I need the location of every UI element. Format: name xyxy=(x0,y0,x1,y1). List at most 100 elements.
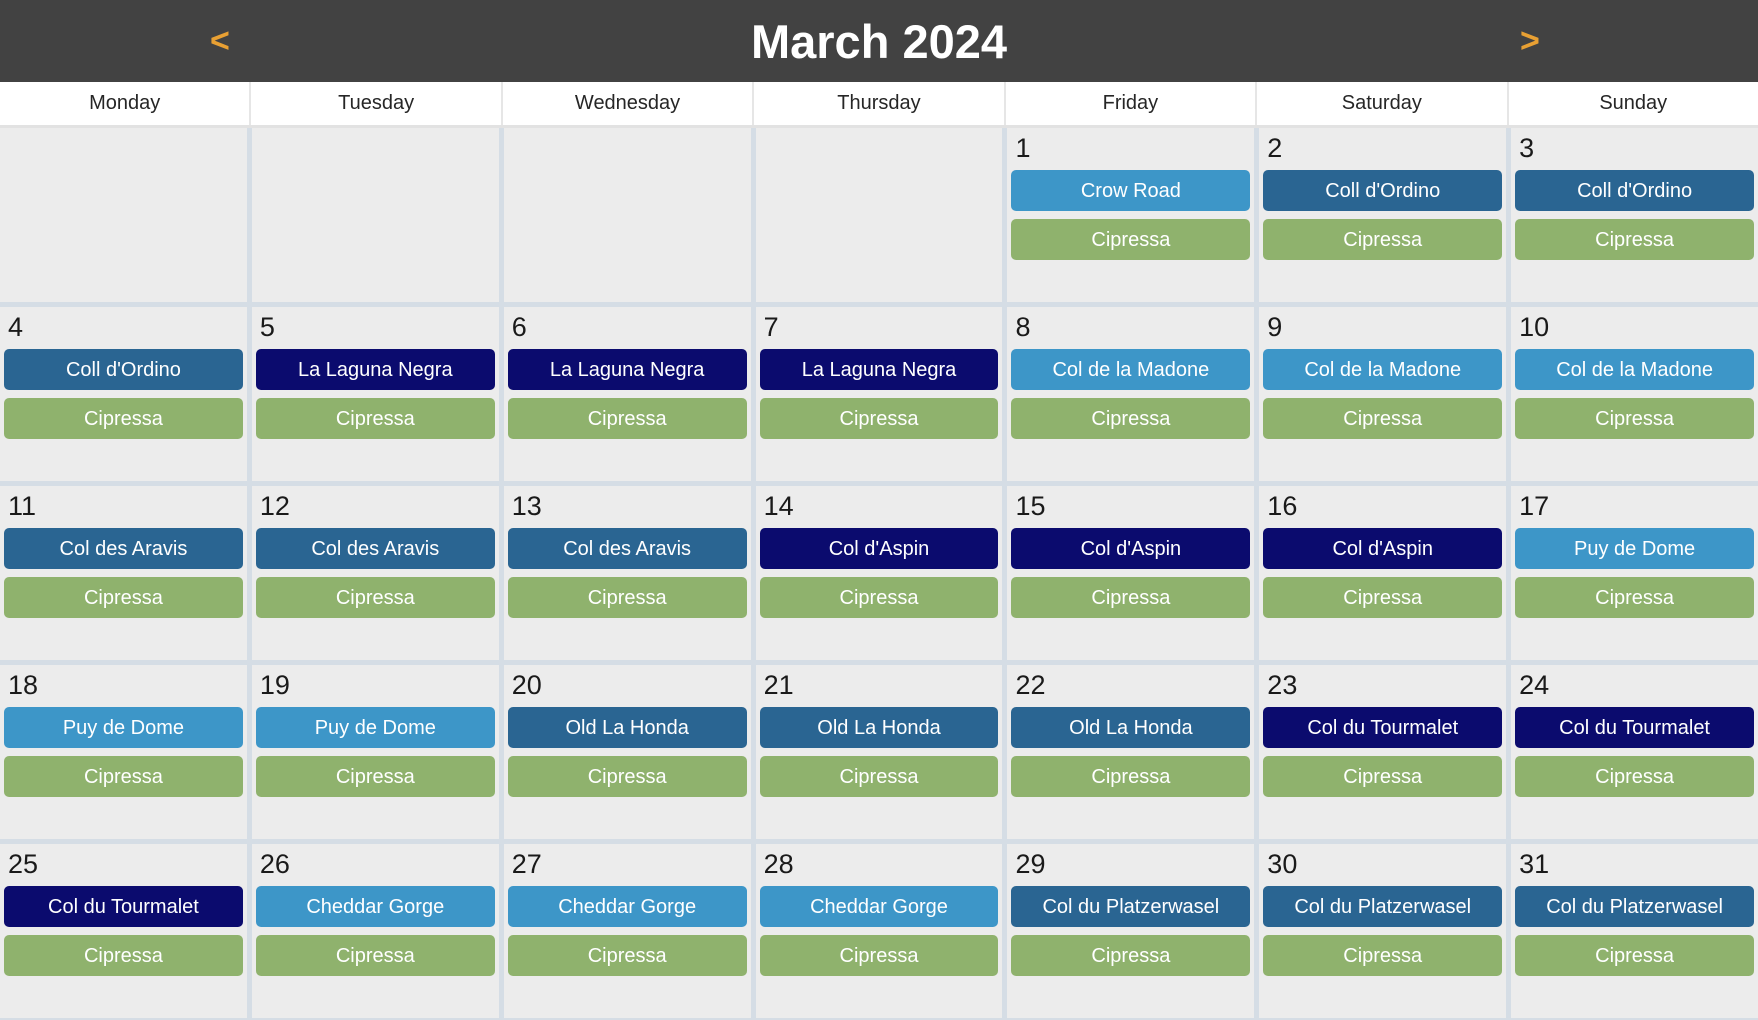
event-chip[interactable]: Col de la Madone xyxy=(1515,349,1755,390)
event-chip[interactable]: Coll d'Ordino xyxy=(1515,170,1755,211)
event-chip[interactable]: Cipressa xyxy=(1011,756,1251,797)
day-cell-empty[interactable] xyxy=(755,128,1003,302)
day-cell[interactable]: 5 La Laguna Negra Cipressa xyxy=(251,307,499,481)
event-chip[interactable]: Cipressa xyxy=(1515,935,1755,976)
previous-month-button[interactable]: < xyxy=(200,18,240,64)
day-cell[interactable]: 23 Col du Tourmalet Cipressa xyxy=(1259,665,1507,839)
event-chip[interactable]: Cipressa xyxy=(1515,577,1755,618)
event-chip[interactable]: Col du Platzerwasel xyxy=(1515,886,1755,927)
day-cell[interactable]: 2 Coll d'Ordino Cipressa xyxy=(1259,128,1507,302)
event-chip[interactable]: Cipressa xyxy=(1263,577,1503,618)
day-cell[interactable]: 7 La Laguna Negra Cipressa xyxy=(755,307,1003,481)
event-chip[interactable]: Cipressa xyxy=(255,935,495,976)
event-chip[interactable]: Cipressa xyxy=(1263,398,1503,439)
event-chip[interactable]: La Laguna Negra xyxy=(255,349,495,390)
day-cell[interactable]: 27 Cheddar Gorge Cipressa xyxy=(503,844,751,1018)
day-cell[interactable]: 18 Puy de Dome Cipressa xyxy=(0,665,247,839)
event-chip[interactable]: Col d'Aspin xyxy=(1263,528,1503,569)
event-chip[interactable]: Col du Tourmalet xyxy=(1515,707,1755,748)
event-chip[interactable]: Cipressa xyxy=(759,577,999,618)
day-cell[interactable]: 26 Cheddar Gorge Cipressa xyxy=(251,844,499,1018)
day-cell[interactable]: 11 Col des Aravis Cipressa xyxy=(0,486,247,660)
event-chip[interactable]: Crow Road xyxy=(1011,170,1251,211)
event-chip[interactable]: Cipressa xyxy=(1263,756,1503,797)
event-chip[interactable]: Col de la Madone xyxy=(1011,349,1251,390)
day-cell[interactable]: 6 La Laguna Negra Cipressa xyxy=(503,307,751,481)
event-chip[interactable]: Col du Tourmalet xyxy=(4,886,243,927)
next-month-button[interactable]: > xyxy=(1510,18,1550,64)
event-chip[interactable]: Cipressa xyxy=(1011,935,1251,976)
event-chip[interactable]: Col du Platzerwasel xyxy=(1263,886,1503,927)
event-chip[interactable]: Cipressa xyxy=(1515,756,1755,797)
event-chip[interactable]: Col d'Aspin xyxy=(759,528,999,569)
event-chip[interactable]: Cheddar Gorge xyxy=(255,886,495,927)
event-chip[interactable]: Cheddar Gorge xyxy=(759,886,999,927)
event-chip[interactable]: Puy de Dome xyxy=(255,707,495,748)
event-chip[interactable]: Cipressa xyxy=(1515,219,1755,260)
event-chip[interactable]: Cheddar Gorge xyxy=(507,886,747,927)
event-chip[interactable]: Cipressa xyxy=(4,577,243,618)
event-chip[interactable]: Cipressa xyxy=(507,398,747,439)
event-chip[interactable]: Coll d'Ordino xyxy=(1263,170,1503,211)
event-chip[interactable]: Cipressa xyxy=(759,756,999,797)
event-chip[interactable]: Cipressa xyxy=(759,935,999,976)
event-chip[interactable]: Cipressa xyxy=(1011,398,1251,439)
event-chip[interactable]: Cipressa xyxy=(4,398,243,439)
day-cell-empty[interactable] xyxy=(0,128,247,302)
event-chip[interactable]: Col des Aravis xyxy=(507,528,747,569)
day-cell[interactable]: 13 Col des Aravis Cipressa xyxy=(503,486,751,660)
day-cell[interactable]: 31 Col du Platzerwasel Cipressa xyxy=(1511,844,1758,1018)
event-chip[interactable]: Puy de Dome xyxy=(4,707,243,748)
day-cell[interactable]: 30 Col du Platzerwasel Cipressa xyxy=(1259,844,1507,1018)
event-chip[interactable]: Cipressa xyxy=(1515,398,1755,439)
event-chip[interactable]: Cipressa xyxy=(4,756,243,797)
day-cell[interactable]: 12 Col des Aravis Cipressa xyxy=(251,486,499,660)
event-chip[interactable]: Col du Platzerwasel xyxy=(1011,886,1251,927)
event-chip[interactable]: Cipressa xyxy=(1011,577,1251,618)
event-chip[interactable]: Cipressa xyxy=(759,398,999,439)
day-cell[interactable]: 15 Col d'Aspin Cipressa xyxy=(1007,486,1255,660)
event-chip[interactable]: La Laguna Negra xyxy=(507,349,747,390)
event-chip[interactable]: Cipressa xyxy=(255,756,495,797)
event-chip[interactable]: Col de la Madone xyxy=(1263,349,1503,390)
event-chip[interactable]: Coll d'Ordino xyxy=(4,349,243,390)
event-chip[interactable]: Cipressa xyxy=(507,577,747,618)
event-chip[interactable]: Cipressa xyxy=(507,756,747,797)
event-chip[interactable]: Col d'Aspin xyxy=(1011,528,1251,569)
day-cell[interactable]: 20 Old La Honda Cipressa xyxy=(503,665,751,839)
event-chip[interactable]: Old La Honda xyxy=(759,707,999,748)
event-chip[interactable]: Old La Honda xyxy=(507,707,747,748)
day-cell[interactable]: 17 Puy de Dome Cipressa xyxy=(1511,486,1758,660)
day-cell[interactable]: 16 Col d'Aspin Cipressa xyxy=(1259,486,1507,660)
day-cell[interactable]: 25 Col du Tourmalet Cipressa xyxy=(0,844,247,1018)
event-chip[interactable]: Cipressa xyxy=(1263,935,1503,976)
event-chip[interactable]: Cipressa xyxy=(1263,219,1503,260)
event-chip[interactable]: Cipressa xyxy=(255,577,495,618)
day-cell[interactable]: 24 Col du Tourmalet Cipressa xyxy=(1511,665,1758,839)
event-chip[interactable]: Cipressa xyxy=(1011,219,1251,260)
event-chip[interactable]: Old La Honda xyxy=(1011,707,1251,748)
day-cell[interactable]: 14 Col d'Aspin Cipressa xyxy=(755,486,1003,660)
event-chip[interactable]: La Laguna Negra xyxy=(759,349,999,390)
event-chip[interactable]: Cipressa xyxy=(507,935,747,976)
day-cell[interactable]: 1 Crow Road Cipressa xyxy=(1007,128,1255,302)
day-cell[interactable]: 21 Old La Honda Cipressa xyxy=(755,665,1003,839)
day-cell[interactable]: 10 Col de la Madone Cipressa xyxy=(1511,307,1758,481)
event-chip[interactable]: Col du Tourmalet xyxy=(1263,707,1503,748)
day-cell[interactable]: 9 Col de la Madone Cipressa xyxy=(1259,307,1507,481)
day-cell[interactable]: 29 Col du Platzerwasel Cipressa xyxy=(1007,844,1255,1018)
day-cell[interactable]: 28 Cheddar Gorge Cipressa xyxy=(755,844,1003,1018)
day-cell-empty[interactable] xyxy=(503,128,751,302)
event-chip[interactable]: Cipressa xyxy=(255,398,495,439)
day-cell[interactable]: 19 Puy de Dome Cipressa xyxy=(251,665,499,839)
day-cell[interactable]: 4 Coll d'Ordino Cipressa xyxy=(0,307,247,481)
day-number: 8 xyxy=(1015,312,1031,342)
event-chip[interactable]: Puy de Dome xyxy=(1515,528,1755,569)
day-cell[interactable]: 3 Coll d'Ordino Cipressa xyxy=(1511,128,1758,302)
day-cell[interactable]: 8 Col de la Madone Cipressa xyxy=(1007,307,1255,481)
event-chip[interactable]: Col des Aravis xyxy=(4,528,243,569)
event-chip[interactable]: Cipressa xyxy=(4,935,243,976)
event-chip[interactable]: Col des Aravis xyxy=(255,528,495,569)
day-cell[interactable]: 22 Old La Honda Cipressa xyxy=(1007,665,1255,839)
day-cell-empty[interactable] xyxy=(251,128,499,302)
